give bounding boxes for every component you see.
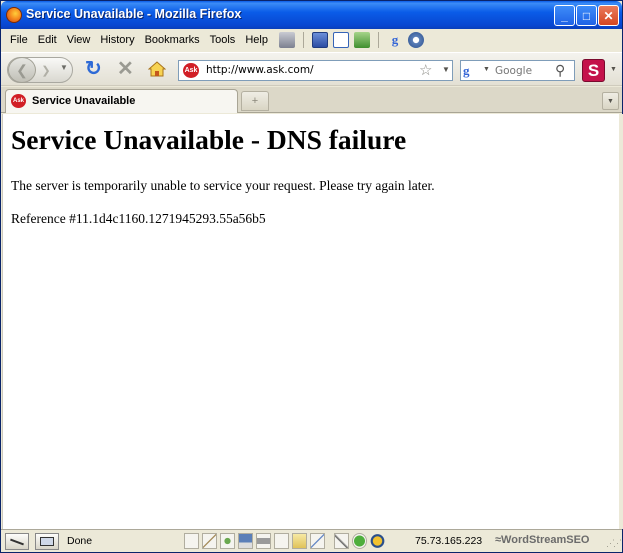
status-bar: Done 75.73.165.223 ≈WordStreamSEO ⋰⋰ [1,529,622,552]
bookmark-star-icon[interactable]: ☆ [419,61,432,79]
mail-icon[interactable] [292,533,307,549]
search-input[interactable] [495,63,553,78]
maximize-button[interactable]: □ [576,5,597,26]
tab-favicon-icon: Ask [11,94,26,108]
addon-icon[interactable] [353,32,370,48]
monitor-icon [40,537,54,546]
page-heading: Service Unavailable - DNS failure [11,124,407,155]
menu-edit[interactable]: Edit [33,31,62,49]
window-title: Service Unavailable - Mozilla Firefox [26,7,242,21]
search-bar[interactable]: g ▼ ⚲ [460,60,575,81]
page-content: Service Unavailable - DNS failure The se… [2,114,619,529]
resize-grip-icon[interactable]: ⋰⋰ [606,538,622,549]
plus-icon: + [251,95,259,107]
menu-history[interactable]: History [95,31,139,49]
printer-icon[interactable] [278,32,295,48]
stop-icon[interactable]: ✕ [117,58,134,80]
navigation-toolbar: ❮ ❯ ▼ ↻ ✕ Ask http://www.ask.com/ ☆ ▼ g … [1,52,622,86]
window-right-edge [619,114,623,529]
menu-view[interactable]: View [62,31,96,49]
info-icon[interactable] [352,533,367,549]
tab-list-button[interactable]: ▼ [602,92,619,110]
menu-toolbar-icons: g [278,32,424,48]
tree-icon[interactable] [220,533,235,549]
tab-label: Service Unavailable [32,95,136,107]
search-engine-dropdown-icon[interactable]: ▼ [483,66,490,73]
minimize-button[interactable]: _ [554,5,575,26]
history-dropdown-icon[interactable]: ▼ [60,63,68,72]
tab-service-unavailable[interactable]: Ask Service Unavailable [5,89,238,113]
home-icon[interactable] [148,61,166,77]
url-dropdown-icon[interactable]: ▼ [442,65,450,74]
menu-file[interactable]: File [5,31,33,49]
stumble-letter: S [587,60,600,80]
minimize-icon: _ [561,8,568,23]
print-icon[interactable] [256,533,271,549]
maximize-icon: □ [582,8,591,23]
menu-help[interactable]: Help [240,31,273,49]
close-icon: ✕ [603,8,614,23]
forward-button[interactable]: ❯ [36,62,56,78]
wordstream-seo[interactable]: ≈WordStreamSEO [495,534,589,546]
back-arrow-icon: ❮ [16,61,28,78]
error-message: The server is temporarily unable to serv… [11,178,435,193]
search-magnifier-icon[interactable]: ⚲ [555,62,565,79]
toolbar-separator [377,32,379,48]
status-text: Done [67,535,93,547]
statusbar-screen-button[interactable] [35,533,59,550]
statusbar-tool-button[interactable] [5,533,29,550]
tools-icon[interactable] [334,533,349,549]
reload-icon[interactable]: ↻ [85,59,102,79]
chevron-down-icon: ▼ [607,97,614,105]
menu-bookmarks[interactable]: Bookmarks [140,31,205,49]
stumbleupon-button[interactable]: S [582,59,605,82]
reference-number: Reference #11.1d4c1160.1271945293.55a56b… [11,211,266,226]
firefox-icon[interactable] [6,7,22,23]
ip-address: 75.73.165.223 [415,535,483,547]
firefox-window: Service Unavailable - Mozilla Firefox _ … [0,0,623,553]
back-forward-group: ❮ ❯ ▼ [7,57,73,83]
new-tab-button[interactable]: + [241,91,269,111]
stumble-dropdown-icon[interactable]: ▼ [610,66,617,73]
close-button[interactable]: ✕ [598,5,619,26]
undo-icon[interactable] [274,533,289,549]
toolbar-separator [302,32,304,48]
url-text[interactable]: http://www.ask.com/ [206,64,314,76]
url-bar[interactable]: Ask http://www.ask.com/ ☆ ▼ [178,60,453,81]
page-icon[interactable] [184,533,199,549]
back-button[interactable]: ❮ [8,57,36,83]
google-icon[interactable]: g [387,32,403,48]
title-bar[interactable]: Service Unavailable - Mozilla Firefox _ … [1,1,622,29]
menu-tools[interactable]: Tools [205,31,241,49]
menu-bar: File Edit View History Bookmarks Tools H… [1,29,622,51]
wand-icon [10,538,24,546]
bookmark-icon[interactable] [311,32,328,48]
shield-icon[interactable] [370,533,385,549]
settings-icon[interactable] [407,32,424,48]
search-engine-icon[interactable]: g [463,63,479,79]
chart-icon[interactable] [310,533,325,549]
forward-arrow-icon: ❯ [41,64,51,77]
statusbar-addon-icons [184,533,385,549]
tab-bar: Ask Service Unavailable + ▼ [1,87,622,113]
sidebar-icon[interactable] [332,32,349,48]
pencil-icon[interactable] [202,533,217,549]
site-favicon-icon: Ask [183,63,199,78]
wordstream-label: WordStreamSEO [501,534,590,546]
save-icon[interactable] [238,533,253,549]
